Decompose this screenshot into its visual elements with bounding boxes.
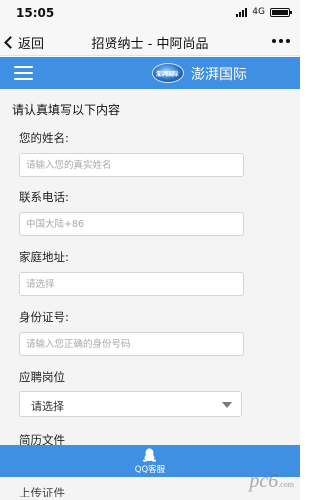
battery-icon — [270, 7, 292, 17]
phone-label: 联系电话: — [19, 190, 69, 204]
id-number-label: 身份证号: — [19, 310, 69, 324]
form-heading: 请认真填写以下内容 — [12, 103, 121, 117]
qq-penguin-icon — [143, 448, 156, 462]
status-time: 15:05 — [16, 6, 55, 20]
position-select[interactable]: 请选择 — [19, 391, 242, 417]
peek-text: 上传证件 — [19, 486, 65, 497]
brand-name: 澎湃国际 — [191, 67, 247, 83]
brand-logo: 澎湃国际 — [152, 63, 184, 83]
address-input[interactable] — [19, 272, 244, 296]
site-header: 澎湃国际 澎湃国际 — [0, 57, 300, 89]
signal-icon — [236, 7, 248, 17]
name-label: 您的姓名: — [19, 131, 69, 145]
network-type: 4G — [252, 7, 265, 17]
phone-input[interactable] — [19, 212, 244, 236]
qq-service-label: QQ客服 — [134, 465, 166, 475]
watermark-sub: .com — [278, 480, 294, 489]
id-number-input[interactable] — [19, 332, 244, 356]
watermark-text: pc6 — [249, 470, 279, 492]
more-dots-icon[interactable] — [272, 39, 290, 43]
status-indicators: 4G — [236, 7, 292, 17]
qq-service-button[interactable]: QQ客服 — [120, 445, 180, 477]
application-form: 请认真填写以下内容 您的姓名: 联系电话: 家庭地址: 身份证号: 应聘岗位 请… — [0, 89, 300, 447]
address-label: 家庭地址: — [19, 250, 69, 264]
hamburger-menu-icon[interactable] — [14, 66, 33, 80]
nav-bar: 返回 招贤纳士 - 中阿尚品 — [0, 26, 300, 56]
brand-logo-text: 澎湃国际 — [156, 71, 179, 78]
caret-down-icon — [222, 402, 232, 408]
status-bar: 15:05 4G — [0, 0, 300, 26]
position-label: 应聘岗位 — [19, 370, 65, 384]
watermark: pc6.com — [249, 470, 294, 493]
page-title: 招贤纳士 - 中阿尚品 — [91, 37, 209, 52]
position-selected-value: 请选择 — [31, 400, 64, 413]
name-input[interactable] — [19, 153, 244, 177]
